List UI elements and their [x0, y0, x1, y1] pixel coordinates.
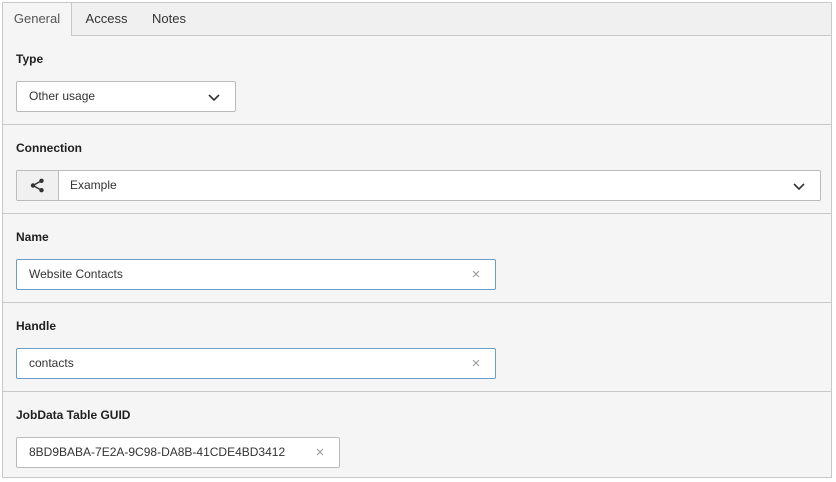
tab-general[interactable]: General — [3, 3, 72, 36]
share-icon — [30, 178, 44, 193]
tab-access[interactable]: Access — [72, 3, 141, 35]
name-section: Name Website Contacts × — [3, 214, 831, 303]
connection-select[interactable]: Example — [16, 170, 821, 201]
clear-icon[interactable]: × — [312, 438, 328, 468]
name-input-value: Website Contacts — [29, 267, 123, 281]
type-select[interactable]: Other usage — [16, 81, 236, 112]
connection-section: Connection Example — [3, 125, 831, 214]
connection-label: Connection — [16, 141, 82, 155]
chevron-down-icon — [208, 94, 220, 102]
clear-icon[interactable]: × — [468, 349, 484, 379]
guid-input[interactable]: 8BD9BABA-7E2A-9C98-DA8B-41CDE4BD3412 × — [16, 437, 340, 468]
name-input[interactable]: Website Contacts × — [16, 259, 496, 290]
handle-input[interactable]: contacts × — [16, 348, 496, 379]
connection-icon-addon — [17, 171, 59, 200]
type-section: Type Other usage — [3, 36, 831, 125]
guid-section: JobData Table GUID 8BD9BABA-7E2A-9C98-DA… — [3, 392, 831, 477]
name-label: Name — [16, 230, 49, 244]
chevron-down-icon — [793, 183, 805, 191]
connection-select-value: Example — [70, 178, 117, 192]
guid-label: JobData Table GUID — [16, 408, 131, 422]
handle-input-value: contacts — [29, 356, 74, 370]
tab-bar: General Access Notes — [3, 3, 831, 36]
form-panel: General Access Notes Type Other usage Co… — [2, 2, 832, 478]
tab-notes[interactable]: Notes — [141, 3, 197, 35]
type-select-value: Other usage — [29, 89, 96, 103]
guid-input-value: 8BD9BABA-7E2A-9C98-DA8B-41CDE4BD3412 — [29, 445, 286, 459]
type-label: Type — [16, 52, 44, 66]
clear-icon[interactable]: × — [468, 260, 484, 290]
handle-label: Handle — [16, 319, 57, 333]
handle-section: Handle contacts × — [3, 303, 831, 392]
